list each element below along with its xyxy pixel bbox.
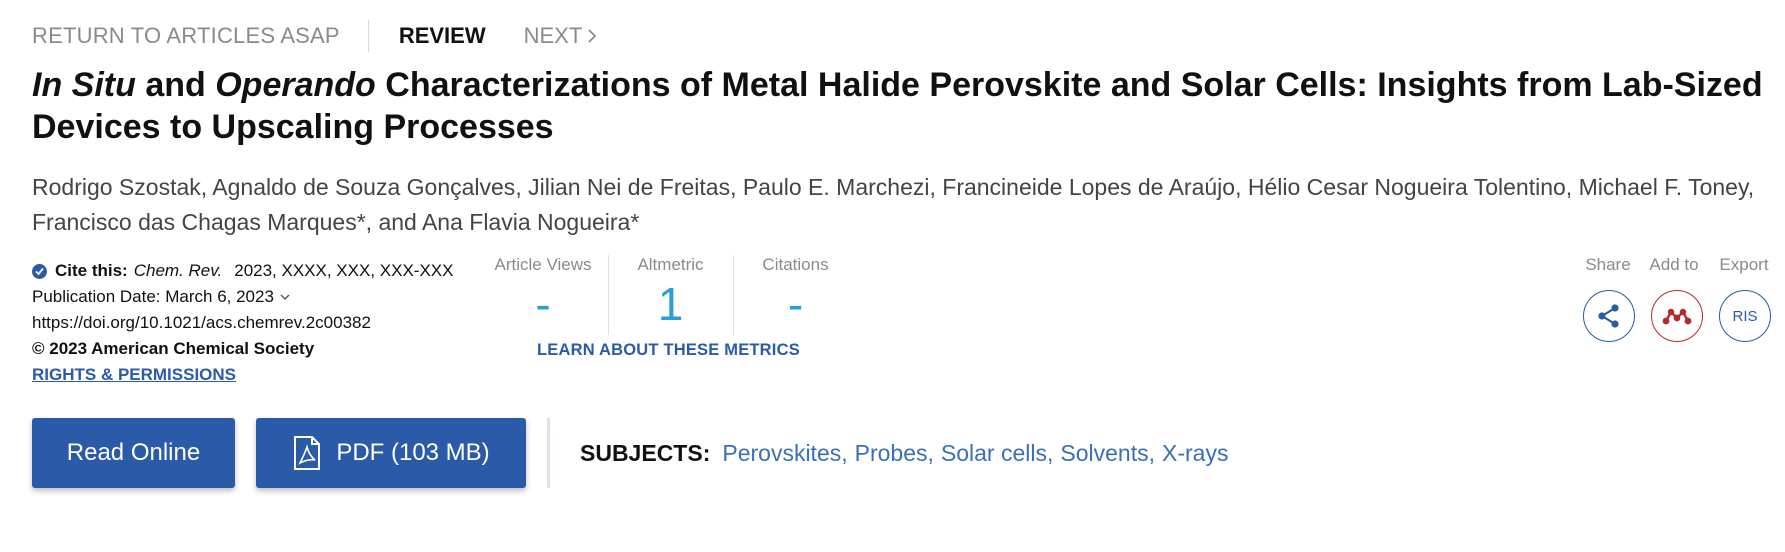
publication-date: Publication Date: March 6, 2023 <box>32 287 274 306</box>
share-label-text: Share <box>1585 255 1631 274</box>
altmetric-label: Altmetric <box>637 255 704 274</box>
export-ris-button[interactable]: RIS <box>1719 290 1771 342</box>
read-online-label: Read Online <box>66 439 201 466</box>
article-title: In Situ and Operando Characterizations o… <box>32 64 1772 148</box>
author-link[interactable]: Francisco das Chagas Marques* <box>32 209 366 235</box>
author-separator: , <box>200 174 213 200</box>
journal-name: Chem. Rev. <box>133 261 223 280</box>
citation-block: Cite this: Chem. Rev. 2023, XXXX, XXX, X… <box>32 258 453 388</box>
cite-this-label: Cite this: <box>55 261 128 280</box>
subject-link[interactable]: Solar cells <box>941 440 1047 467</box>
title-italic-operando: Operando <box>215 66 376 104</box>
read-online-button[interactable]: Read Online <box>32 418 235 488</box>
pdf-file-icon <box>294 436 321 470</box>
author-separator: , <box>730 174 743 200</box>
author-list: Rodrigo Szostak, Agnaldo de Souza Gonçal… <box>32 170 1772 240</box>
article-type-label: REVIEW <box>398 23 486 48</box>
share-icon <box>1598 304 1619 328</box>
export-label-text: Export <box>1719 255 1769 274</box>
author-separator: , <box>929 174 943 200</box>
citations-metric: Citations - <box>733 255 858 333</box>
citation-details: 2023, XXXX, XXX, XXX-XXX <box>234 261 454 280</box>
author-link[interactable]: Rodrigo Szostak <box>32 174 201 200</box>
altmetric-value: 1 <box>657 278 684 330</box>
author-separator: , and <box>365 209 422 235</box>
ris-label: RIS <box>1732 307 1758 325</box>
vertical-divider <box>547 418 550 488</box>
author-link[interactable]: Ana Flavia Nogueira* <box>422 209 639 235</box>
pdf-download-button[interactable]: PDF (103 MB) <box>256 418 526 488</box>
pdf-label: PDF (103 MB) <box>336 439 490 466</box>
author-link[interactable]: Michael F. Toney <box>1579 174 1748 200</box>
cite-this-row[interactable]: Cite this: Chem. Rev. 2023, XXXX, XXX, X… <box>32 258 453 284</box>
subject-link[interactable]: Solvents <box>1060 440 1148 467</box>
author-separator: , <box>1747 174 1755 200</box>
author-link[interactable]: Paulo E. Marchezi <box>743 174 930 200</box>
export-label: Export <box>1717 255 1771 275</box>
rights-permissions-link[interactable]: RIGHTS & PERMISSIONS <box>32 362 236 388</box>
author-link[interactable]: Agnaldo de Souza Gonçalves <box>212 174 515 200</box>
author-separator: , <box>515 174 529 200</box>
chevron-down-icon <box>280 294 290 300</box>
author-link[interactable]: Hélio Cesar Nogueira Tolentino <box>1248 174 1566 200</box>
copyright-text: © 2023 American Chemical Society <box>32 339 315 358</box>
share-label: Share <box>1581 255 1635 275</box>
author-separator: , <box>1235 174 1248 200</box>
learn-about-metrics-link[interactable]: LEARN ABOUT THESE METRICS <box>537 341 800 360</box>
title-italic-in-situ: In Situ <box>32 66 136 104</box>
title-and: and <box>135 66 216 104</box>
article-nav: RETURN TO ARTICLES ASAP REVIEW NEXT <box>32 20 597 52</box>
subject-link[interactable]: Probes <box>855 440 928 467</box>
check-circle-icon <box>32 263 47 279</box>
add-to-mendeley-button[interactable] <box>1651 290 1703 342</box>
nav-divider <box>367 20 369 52</box>
altmetric-metric[interactable]: Altmetric 1 <box>608 255 733 333</box>
share-button[interactable] <box>1583 290 1635 342</box>
subject-separator: , <box>927 440 934 466</box>
publication-date-row[interactable]: Publication Date: March 6, 2023 <box>32 284 453 310</box>
author-link[interactable]: Francineide Lopes de Araújo <box>942 174 1235 200</box>
metrics-panel: Article Views - Altmetric 1 Citations - <box>488 255 848 345</box>
author-separator: , <box>1565 174 1579 200</box>
article-views-label: Article Views <box>494 255 592 274</box>
return-to-articles-link[interactable]: RETURN TO ARTICLES ASAP <box>32 23 340 49</box>
article-views-metric: Article Views - <box>488 255 598 333</box>
chevron-right-icon <box>588 29 597 43</box>
doi-link[interactable]: https://doi.org/10.1021/acs.chemrev.2c00… <box>32 310 453 336</box>
next-article-link[interactable]: NEXT <box>524 23 597 49</box>
action-buttons: Share Add to Export RIS <box>1581 255 1771 355</box>
subject-separator: , <box>841 440 848 466</box>
subject-separator: , <box>1148 440 1155 466</box>
subjects-row: SUBJECTS: Perovskites, Probes, Solar cel… <box>580 440 1228 467</box>
citations-value: - <box>787 278 804 330</box>
subject-separator: , <box>1047 440 1054 466</box>
citations-label: Citations <box>762 255 829 274</box>
add-to-label: Add to <box>1647 255 1701 275</box>
copyright: © 2023 American Chemical Society <box>32 336 453 362</box>
subjects-label: SUBJECTS: <box>580 440 711 466</box>
add-to-label-text: Add to <box>1649 255 1699 274</box>
subject-link[interactable]: X-rays <box>1162 440 1228 467</box>
next-label: NEXT <box>523 23 583 48</box>
article-views-value: - <box>535 278 551 330</box>
author-link[interactable]: Jilian Nei de Freitas <box>528 174 730 200</box>
mendeley-icon <box>1662 308 1692 325</box>
subject-link[interactable]: Perovskites <box>722 440 841 467</box>
